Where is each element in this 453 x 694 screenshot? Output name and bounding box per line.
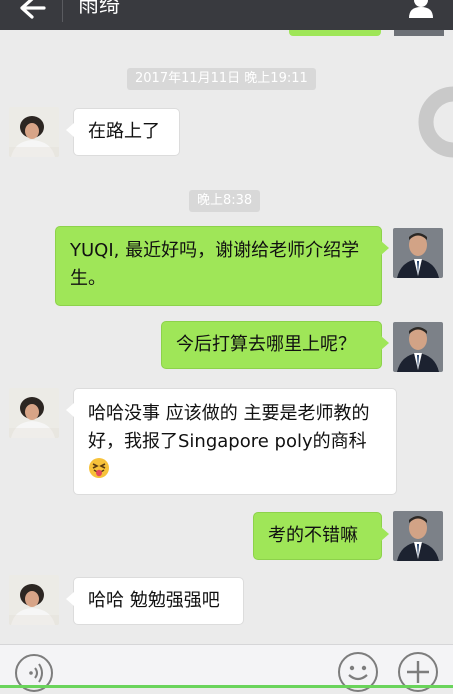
message-bubble-incoming[interactable]: 在路上了 <box>66 108 180 156</box>
tongue-out-emoji-icon <box>89 458 109 478</box>
timestamp: 晚上8:38 <box>189 190 261 212</box>
message-bubble-outgoing[interactable]: YUQI, 最近好吗，谢谢给老师介绍学生。 <box>55 226 389 306</box>
my-avatar[interactable] <box>393 322 443 372</box>
chat-area[interactable]: 2017年11月11日 晚上19:11 在路上了 晚上8:38 YUQI, 最近… <box>0 30 453 644</box>
back-arrow-icon[interactable] <box>14 0 48 22</box>
my-avatar[interactable] <box>393 511 443 561</box>
message-bubble-incoming[interactable]: 哈哈没事 应该做的 主要是老师教的好，我报了Singapore poly的商科 <box>66 388 397 495</box>
message-bubble-outgoing[interactable]: 今后打算去哪里上呢？ <box>161 321 389 369</box>
contact-avatar[interactable] <box>9 388 59 438</box>
previous-avatar[interactable] <box>394 30 444 36</box>
previous-message-bubble[interactable] <box>289 30 381 36</box>
chat-title: 雨绮 <box>78 0 120 17</box>
my-avatar[interactable] <box>393 228 443 278</box>
contact-avatar[interactable] <box>9 107 59 157</box>
input-bar <box>0 644 453 692</box>
timestamp: 2017年11月11日 晚上19:11 <box>127 68 316 90</box>
header-divider <box>62 0 63 22</box>
message-bubble-outgoing[interactable]: 考的不错嘛 <box>253 512 389 560</box>
person-icon[interactable] <box>407 0 435 18</box>
floating-widget-icon[interactable] <box>410 85 453 165</box>
message-text: 哈哈没事 应该做的 主要是老师教的好，我报了Singapore poly的商科 <box>88 403 370 452</box>
contact-avatar[interactable] <box>9 575 59 625</box>
message-bubble-incoming[interactable]: 哈哈 勉勉强强吧 <box>66 577 244 625</box>
top-bar: 雨绮 <box>0 0 453 30</box>
